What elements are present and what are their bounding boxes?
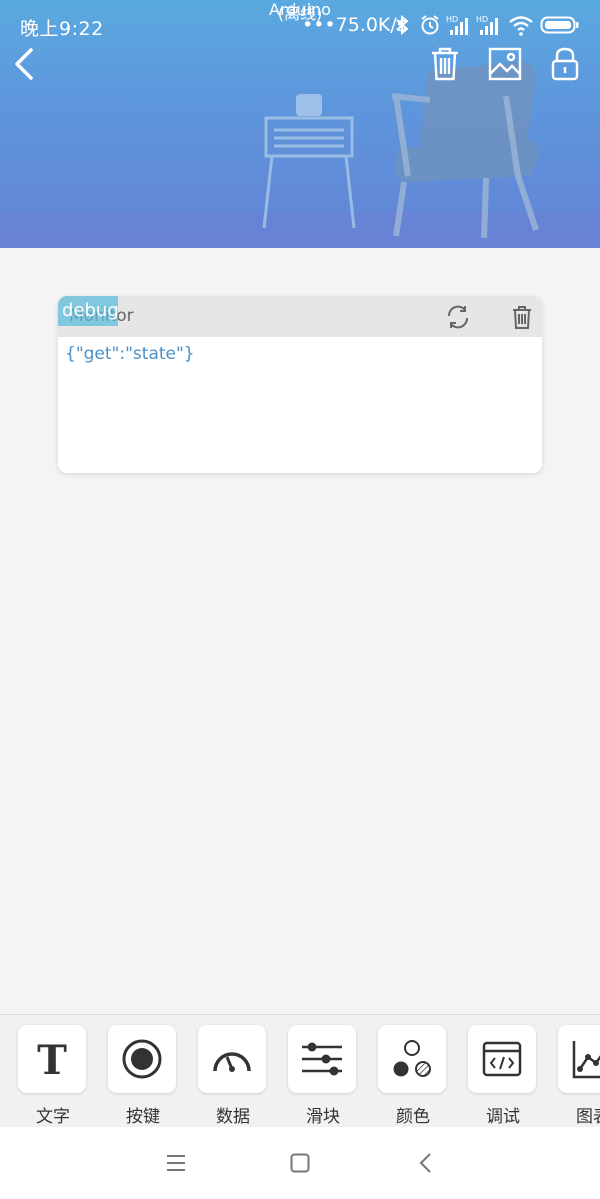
tool-label: 数据 [216,1107,250,1127]
tool-chart[interactable]: 图表 [558,1025,600,1127]
back-button[interactable] [6,44,46,84]
connection-status: (离线) [277,4,323,23]
menu-icon[interactable] [164,1151,188,1175]
tool-label: 按键 [126,1107,160,1127]
back-icon[interactable] [414,1151,438,1175]
gauge-icon [213,1052,251,1072]
widget-header: Monitor debug [58,296,542,337]
tool-label: 滑块 [306,1107,340,1127]
tool-data[interactable]: 数据 [198,1025,268,1127]
image-icon[interactable] [485,44,525,84]
system-nav-bar [0,1127,600,1199]
trash-icon[interactable] [509,304,535,330]
tool-text[interactable]: T 文字 [18,1025,88,1127]
tool-debug[interactable]: 调试 [468,1025,538,1127]
monitor-output: {"get":"state"} [65,344,195,364]
tool-label: 图表 [576,1107,600,1127]
debug-badge: debug [58,296,119,326]
tool-button[interactable]: 按键 [108,1025,178,1127]
text-icon: T [37,1039,67,1079]
tool-slider[interactable]: 滑块 [288,1025,358,1127]
slider-icon [302,1042,342,1076]
home-icon[interactable] [288,1151,312,1175]
header-banner: 晚上9:22 •••75.0K/s HD HD Arduino (离线) [0,0,600,248]
color-icon [393,1040,431,1077]
tool-label: 颜色 [396,1107,430,1127]
button-icon [122,1039,162,1079]
lock-icon[interactable] [545,44,585,84]
code-icon [482,1041,522,1077]
widget-toolbar: T 文字 按键 数据 滑块 颜色 调试 图 [0,1014,600,1128]
tool-label: 调试 [486,1107,520,1127]
refresh-icon[interactable] [445,304,471,330]
tool-label: 文字 [36,1107,70,1127]
chart-icon [572,1041,600,1079]
monitor-widget[interactable]: Monitor debug {"get":"state"} [58,296,542,473]
tool-color[interactable]: 颜色 [378,1025,448,1127]
trash-icon[interactable] [425,44,465,84]
svg-text:T: T [37,1039,67,1079]
